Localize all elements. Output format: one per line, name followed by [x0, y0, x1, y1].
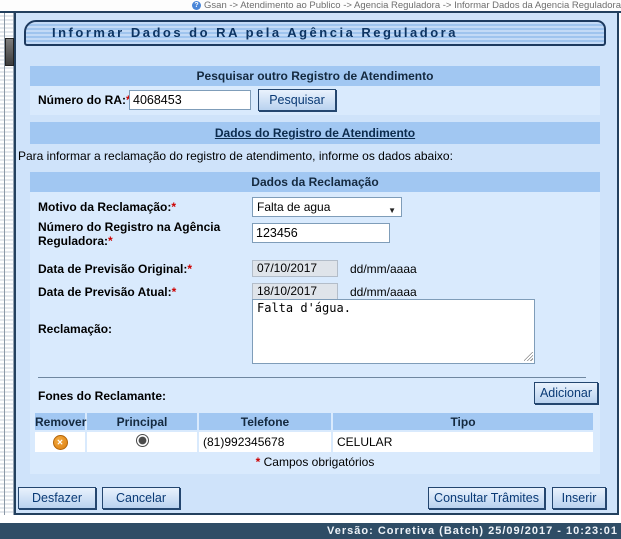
section-divider: [38, 377, 586, 378]
left-frame-edge: [0, 13, 14, 523]
remove-fone-icon[interactable]: ✕: [53, 435, 68, 450]
required-fields-note: * Campos obrigatórios: [30, 455, 600, 469]
data-original-label: Data de Previsão Original:*: [38, 262, 192, 276]
main-panel: Informar Dados do RA pela Agência Regula…: [14, 13, 619, 515]
numero-registro-label: Número do Registro na Agência Reguladora…: [38, 220, 223, 248]
data-atual-hint: dd/mm/aaaa: [350, 285, 417, 299]
complaint-section-header: Dados da Reclamação: [30, 172, 600, 192]
remover-cell: ✕: [35, 432, 85, 452]
inserir-button[interactable]: Inserir: [552, 487, 606, 509]
remover-column-header: Remover: [35, 413, 85, 430]
instructions-text: Para informar a reclamação do registro d…: [18, 149, 453, 163]
motivo-select-value: Falta de agua: [257, 200, 330, 214]
required-asterisk: *: [108, 234, 113, 248]
required-asterisk: *: [256, 455, 261, 469]
pesquisar-button[interactable]: Pesquisar: [258, 89, 336, 111]
consultar-tramites-button[interactable]: Consultar Trâmites: [428, 487, 545, 509]
required-asterisk: *: [172, 285, 177, 299]
help-icon[interactable]: ?: [192, 1, 201, 10]
breadcrumb: ? Gsan -> Atendimento ao Publico -> Agen…: [0, 0, 621, 13]
dropdown-arrow-icon: ▼: [388, 202, 396, 220]
numero-registro-input[interactable]: [252, 223, 390, 243]
complaint-section: Dados da Reclamação Motivo da Reclamação…: [30, 172, 600, 474]
required-asterisk: *: [171, 200, 176, 214]
numero-ra-label: Número do RA:*: [38, 93, 131, 107]
footer-gap: [0, 515, 621, 523]
data-atual-label: Data de Previsão Atual:*: [38, 285, 176, 299]
motivo-select[interactable]: Falta de agua ▼: [252, 197, 402, 217]
data-original-value: 07/10/2017: [252, 260, 338, 277]
ra-data-band: Dados do Registro de Atendimento: [30, 122, 600, 144]
fones-table: Remover Principal Telefone Tipo ✕: [33, 411, 595, 454]
numero-ra-input[interactable]: [129, 90, 251, 110]
search-section-header: Pesquisar outro Registro de Atendimento: [30, 66, 600, 86]
adicionar-button[interactable]: Adicionar: [534, 382, 598, 404]
tipo-column-header: Tipo: [333, 413, 593, 430]
telefone-column-header: Telefone: [199, 413, 331, 430]
fones-label: Fones do Reclamante:: [38, 389, 166, 403]
data-original-hint: dd/mm/aaaa: [350, 262, 417, 276]
version-footer: Versão: Corretiva (Batch) 25/09/2017 - 1…: [0, 523, 621, 539]
fone-table-row: ✕ (81)992345678 CELULAR: [35, 432, 593, 452]
search-section: Pesquisar outro Registro de Atendimento …: [30, 66, 600, 115]
fones-table-header-row: Remover Principal Telefone Tipo: [35, 413, 593, 430]
dados-ra-link[interactable]: Dados do Registro de Atendimento: [215, 126, 415, 140]
data-atual-value: 18/10/2017: [252, 283, 338, 300]
page-title: Informar Dados do RA pela Agência Regula…: [24, 20, 606, 46]
page-title-text: Informar Dados do RA pela Agência Regula…: [52, 25, 458, 40]
principal-radio[interactable]: [136, 434, 149, 447]
gsan-screen: ? Gsan -> Atendimento ao Publico -> Agen…: [0, 0, 621, 539]
required-asterisk: *: [187, 262, 192, 276]
cancelar-button[interactable]: Cancelar: [102, 487, 180, 509]
version-text: Versão: Corretiva (Batch) 25/09/2017 - 1…: [327, 525, 618, 537]
tipo-cell: CELULAR: [333, 432, 593, 452]
reclamacao-textarea[interactable]: Falta d'água.: [252, 299, 535, 364]
frame-resize-handle[interactable]: [5, 38, 14, 66]
desfazer-button[interactable]: Desfazer: [18, 487, 96, 509]
reclamacao-label: Reclamação:: [38, 322, 112, 336]
frame-divider: [4, 13, 5, 523]
motivo-label: Motivo da Reclamação:*: [38, 200, 176, 214]
principal-cell: [87, 432, 197, 452]
principal-column-header: Principal: [87, 413, 197, 430]
telefone-cell: (81)992345678: [199, 432, 331, 452]
breadcrumb-text: Gsan -> Atendimento ao Publico -> Agenci…: [204, 0, 621, 11]
